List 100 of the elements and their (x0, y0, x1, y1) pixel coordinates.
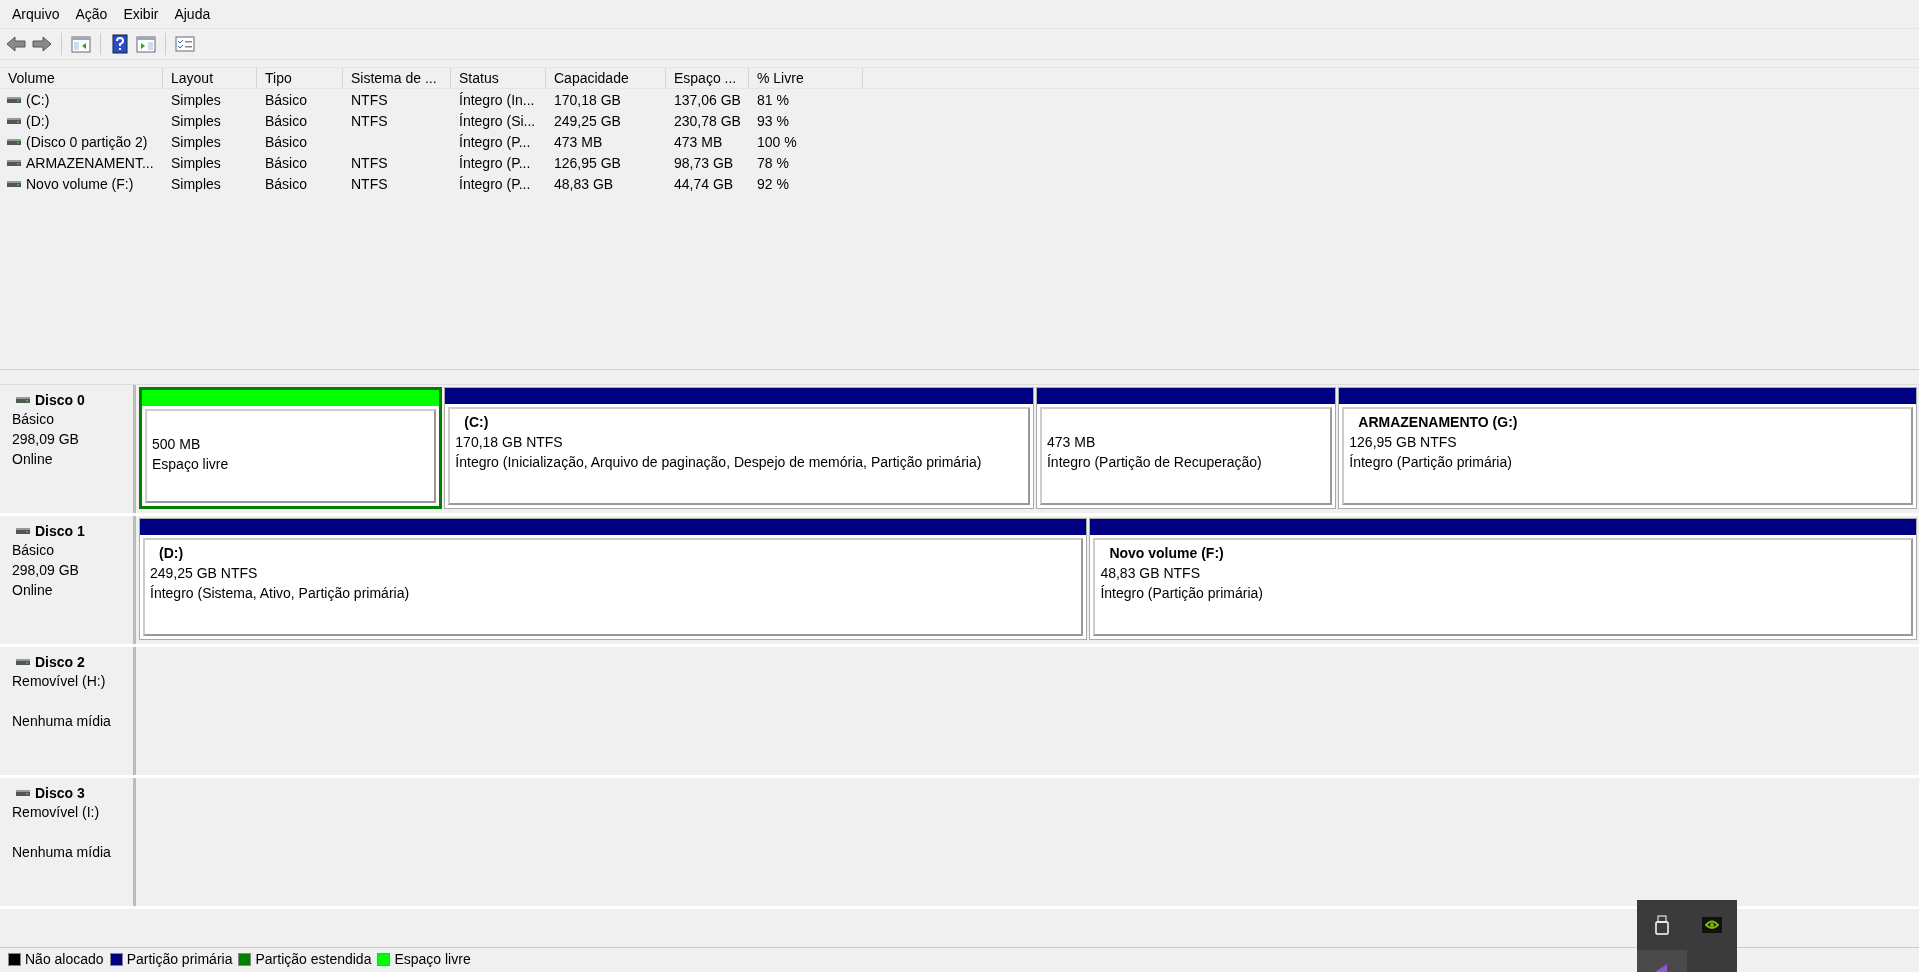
disk-status: Nenhuma mídia (12, 843, 112, 862)
column-header[interactable]: Capacidade (546, 68, 666, 88)
table-cell[interactable]: Novo volume (F:) (26, 175, 134, 192)
disk-size: 298,09 GB (12, 561, 80, 580)
partition-status: Íntegro (Partição de Recuperação) (1046, 453, 1263, 472)
column-header[interactable]: Sistema de ... (343, 68, 451, 88)
column-header[interactable]: Status (451, 68, 546, 88)
table-cell: Básico (265, 91, 308, 108)
partition-block[interactable]: (D:) 249,25 GB NTFS Íntegro (Sistema, Ativo, Partição primária) (139, 518, 1088, 640)
disk-name: Disco 2 (35, 654, 85, 670)
partition-block[interactable]: 473 MB Íntegro (Partição de Recuperação) (1035, 387, 1337, 509)
disk-size: 298,09 GB (12, 430, 80, 449)
table-cell: 473 MB (554, 133, 603, 150)
table-cell: NTFS (351, 91, 388, 108)
table-cell: Íntegro (P... (459, 175, 531, 192)
table-cell: Íntegro (Si... (459, 112, 536, 129)
partition-size: 126,95 GB NTFS (1349, 433, 1458, 452)
column-header[interactable]: % Livre (749, 68, 863, 88)
partition-title: (C:) (463, 413, 490, 432)
partition-status: Íntegro (Inicialização, Arquivo de paginação, Despejo de memória, Partição primária) (455, 453, 983, 472)
table-cell: 81 % (757, 91, 789, 108)
table-cell: NTFS (351, 175, 388, 192)
menu-item[interactable]: Arquivo (4, 6, 68, 22)
table-cell: Simples (171, 133, 221, 150)
table-cell: Básico (265, 175, 308, 192)
table-cell: 126,95 GB (554, 154, 621, 171)
table-cell: Simples (171, 154, 221, 171)
table-cell: 170,18 GB (554, 91, 621, 108)
table-cell: 137,06 GB (674, 91, 741, 108)
table-cell: Íntegro (P... (459, 154, 531, 171)
usb-drive-icon[interactable] (1652, 915, 1672, 935)
menu-item[interactable]: Ajuda (166, 6, 219, 22)
table-cell: 78 % (757, 154, 789, 171)
table-cell: NTFS (351, 154, 388, 171)
partition-title: ARMAZENAMENTO (G:) (1357, 413, 1519, 432)
table-cell: 249,25 GB (554, 112, 621, 129)
column-header[interactable]: Tipo (257, 68, 343, 88)
partition-block[interactable]: ARMAZENAMENTO (G:) 126,95 GB NTFS Íntegro (Partição primária) (1338, 387, 1917, 509)
legend-label: Partição primária (126, 951, 233, 967)
column-header[interactable]: Layout (163, 68, 257, 88)
table-cell[interactable]: (C:) (26, 91, 50, 108)
partition-title: Novo volume (F:) (1108, 544, 1225, 563)
table-cell: 93 % (757, 112, 789, 129)
disk-type: Básico (12, 541, 56, 560)
console-tree-icon[interactable] (71, 34, 91, 54)
table-cell: Íntegro (P... (459, 133, 531, 150)
column-header[interactable]: Espaço ... (666, 68, 749, 88)
legend-label: Espaço livre (394, 951, 471, 967)
partition-size: 170,18 GB NTFS (455, 433, 564, 452)
partition-block[interactable]: 500 MB Espaço livre (139, 387, 443, 509)
column-header[interactable]: Volume (0, 68, 163, 88)
table-cell[interactable]: (D:) (26, 112, 50, 129)
disk-name: Disco 3 (35, 785, 85, 801)
partition-title: (D:) (158, 544, 185, 563)
menu-item[interactable]: Exibir (115, 6, 167, 22)
eye-logo-icon[interactable] (1701, 915, 1723, 935)
partition-size: 500 MB (152, 435, 202, 454)
table-cell: Básico (265, 112, 308, 129)
menu-item[interactable]: Ação (67, 6, 116, 22)
tray-tile-icon[interactable] (1637, 950, 1687, 972)
table-cell: 100 % (757, 133, 797, 150)
table-cell: Básico (265, 154, 308, 171)
help-icon[interactable] (110, 34, 130, 54)
table-cell: Simples (171, 175, 221, 192)
table-cell: 230,78 GB (674, 112, 741, 129)
back-arrow-icon[interactable] (6, 34, 26, 54)
partition-status: Íntegro (Partição primária) (1349, 453, 1513, 472)
table-cell: Básico (265, 133, 308, 150)
partition-status: Espaço livre (152, 455, 230, 474)
partition-status: Íntegro (Sistema, Ativo, Partição primária) (150, 584, 411, 603)
disk-type: Básico (12, 410, 56, 429)
table-cell: Simples (171, 112, 221, 129)
action-pane-icon[interactable] (136, 34, 156, 54)
table-cell: 48,83 GB (554, 175, 614, 192)
disk-status: Online (12, 581, 54, 600)
table-cell: 98,73 GB (674, 154, 734, 171)
disk-status: Nenhuma mídia (12, 712, 112, 731)
disk-name: Disco 0 (35, 392, 85, 408)
table-cell: Simples (171, 91, 221, 108)
table-cell[interactable]: (Disco 0 partição 2) (26, 133, 148, 150)
disk-type: Removível (H:) (12, 672, 107, 691)
table-cell: NTFS (351, 112, 388, 129)
disk-status: Online (12, 450, 54, 469)
table-cell: 92 % (757, 175, 789, 192)
table-cell: 44,74 GB (674, 175, 734, 192)
legend-label: Partição estendida (255, 951, 372, 967)
table-cell: 473 MB (674, 133, 723, 150)
checklist-icon[interactable] (175, 34, 195, 54)
legend-label: Não alocado (25, 951, 104, 967)
partition-block[interactable]: (C:) 170,18 GB NTFS Íntegro (Inicialização, Arquivo de paginação, Despejo de memória, Partição primária) (444, 387, 1034, 509)
partition-block[interactable]: Novo volume (F:) 48,83 GB NTFS Íntegro (Partição primária) (1089, 518, 1917, 640)
partition-status: Íntegro (Partição primária) (1100, 584, 1264, 603)
partition-size: 249,25 GB NTFS (150, 564, 259, 583)
table-cell: Íntegro (In... (459, 91, 535, 108)
table-cell[interactable]: ARMAZENAMENT... (26, 154, 154, 171)
partition-size: 48,83 GB NTFS (1100, 564, 1201, 583)
forward-arrow-icon[interactable] (32, 34, 52, 54)
disk-name: Disco 1 (35, 523, 85, 539)
partition-size: 473 MB (1046, 433, 1097, 452)
disk-type: Removível (I:) (12, 803, 101, 822)
